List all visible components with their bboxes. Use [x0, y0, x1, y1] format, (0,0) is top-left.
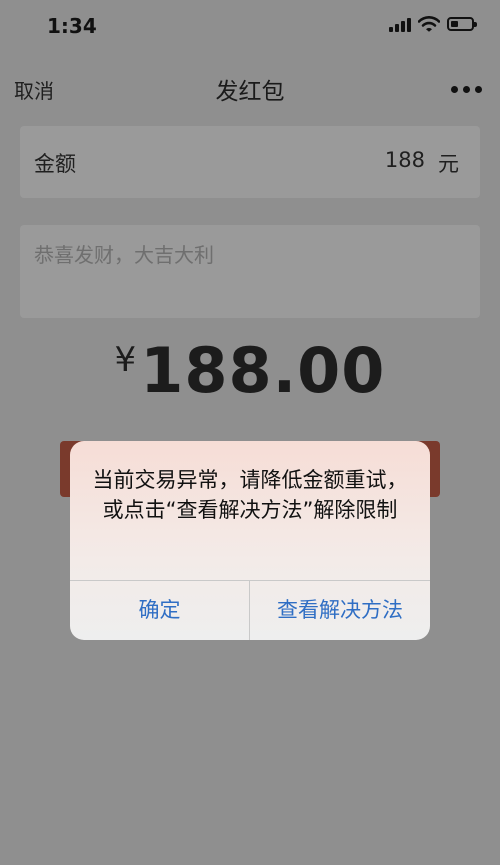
- view-solution-button[interactable]: 查看解决方法: [250, 581, 430, 640]
- alert-dialog: 当前交易异常，请降低金额重试，或点击“查看解决方法”解除限制 确定 查看解决方法: [70, 441, 430, 640]
- wifi-icon: [418, 16, 440, 32]
- total-amount-display: ¥188.00: [0, 334, 500, 407]
- status-icons: [389, 16, 477, 32]
- status-time: 1:34: [47, 14, 97, 38]
- battery-fill: [451, 21, 458, 27]
- greeting-placeholder: 恭喜发财，大吉大利: [34, 243, 214, 267]
- greeting-input[interactable]: 恭喜发财，大吉大利: [20, 225, 480, 318]
- total-amount: 188.00: [140, 334, 386, 407]
- status-bar: 1:34: [0, 0, 500, 52]
- confirm-button[interactable]: 确定: [70, 581, 249, 640]
- amount-unit: 元: [438, 152, 459, 176]
- amount-field[interactable]: 金额 188 元: [20, 126, 480, 198]
- battery-icon: [447, 17, 477, 31]
- amount-label: 金额: [34, 152, 76, 176]
- page-title: 发红包: [215, 79, 285, 105]
- nav-bar: 取消 发红包: [0, 62, 500, 114]
- signal-icon: [389, 16, 411, 32]
- alert-message: 当前交易异常，请降低金额重试，或点击“查看解决方法”解除限制: [92, 468, 408, 522]
- currency-symbol: ¥: [114, 340, 137, 380]
- amount-value[interactable]: 188: [385, 148, 425, 172]
- more-icon[interactable]: [451, 86, 482, 93]
